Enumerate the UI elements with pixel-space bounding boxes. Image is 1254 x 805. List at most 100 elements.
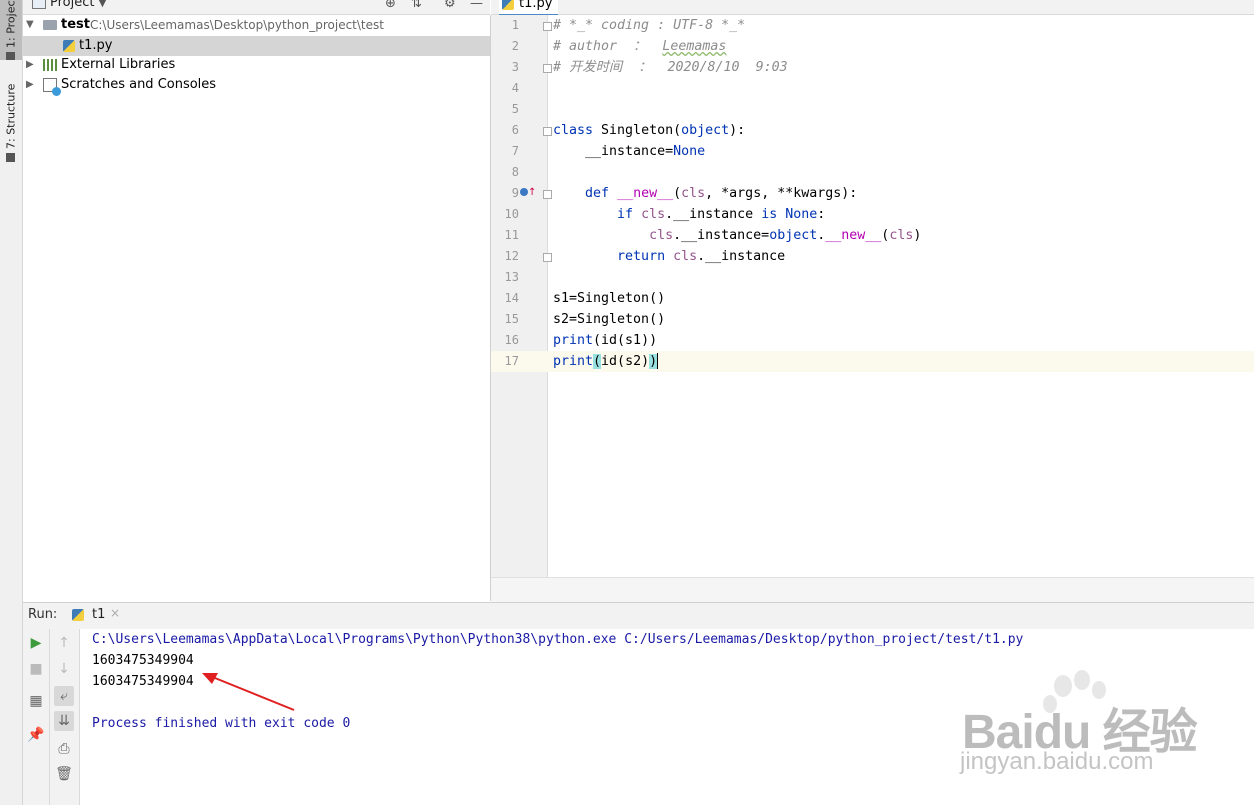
run-panel-header — [23, 602, 1254, 630]
text-caret — [657, 353, 659, 369]
keyword-none: None — [673, 144, 706, 159]
run-label: Run: — [28, 607, 58, 622]
collapse-all-icon[interactable]: ⇅ — [411, 0, 422, 11]
attr-assign: .__instance= — [673, 228, 770, 243]
library-icon — [43, 59, 57, 71]
scroll-to-end-icon[interactable]: ⇊ — [54, 711, 74, 731]
fold-marker-icon[interactable] — [543, 127, 552, 136]
keyword-return: return — [553, 249, 666, 264]
keyword-def: def — [553, 186, 610, 201]
expand-arrow-icon[interactable]: ▼ — [26, 15, 34, 35]
keyword-none: None — [785, 207, 818, 222]
scratches-icon — [43, 78, 61, 96]
line-number: 8 — [511, 165, 519, 179]
line-number: 5 — [511, 102, 519, 116]
run-tab-t1[interactable]: t1 — [72, 605, 105, 625]
project-view-selector[interactable]: Project ▼ — [50, 0, 106, 10]
tree-item-file[interactable]: t1.py — [23, 36, 490, 56]
scratches-label: Scratches and Consoles — [61, 77, 217, 92]
trash-icon[interactable]: 🗑 — [54, 764, 74, 784]
soft-wrap-icon[interactable]: ⤶ — [54, 686, 74, 706]
run-toolbar-primary: ▶ ■ ▦ 📌 — [23, 629, 50, 805]
external-libraries-label: External Libraries — [61, 57, 176, 72]
code-line-12: return cls.__instance — [553, 246, 785, 267]
layout-icon[interactable]: ▦ — [26, 691, 46, 711]
attr-access: .__instance — [697, 249, 786, 264]
python-file-icon — [502, 0, 514, 10]
line-number: 16 — [504, 333, 519, 347]
project-tool-icon — [6, 51, 16, 60]
keyword-if: if — [553, 207, 634, 222]
tree-item-root[interactable]: ▼ test C:\Users\Leemamas\Desktop\python_… — [23, 15, 490, 35]
structure-tool-label: 7: Structure — [4, 83, 18, 149]
code-punct: ( — [673, 186, 682, 201]
param-cls: cls — [681, 186, 706, 201]
code-line-9: def __new__(cls, *args, **kwargs): — [553, 183, 857, 204]
method-name: __new__ — [617, 186, 674, 201]
watermark-url: jingyan.baidu.com — [960, 748, 1154, 775]
code-line-1: # *_* coding : UTF-8 *_* — [553, 18, 746, 33]
fold-marker-icon[interactable] — [543, 22, 552, 31]
fold-marker-icon[interactable] — [543, 253, 552, 262]
hide-panel-icon[interactable]: — — [470, 0, 483, 11]
param-cls: cls — [673, 249, 698, 264]
console-output-line: 1603475349904 — [92, 653, 194, 668]
code-line-3: # 开发时间 ： 2020/8/10 9:03 — [553, 60, 788, 75]
gear-icon[interactable]: ⚙ — [444, 0, 456, 11]
line-number: 6 — [511, 123, 519, 137]
console-output-line: 1603475349904 — [92, 674, 194, 689]
line-number: 15 — [504, 312, 519, 326]
base-class: object — [681, 123, 730, 138]
locate-icon[interactable]: ⊕ — [385, 0, 396, 11]
code-punct: : — [817, 207, 826, 222]
python-file-icon — [63, 40, 75, 52]
code-punct: ): — [729, 123, 746, 138]
expand-arrow-icon[interactable]: ▶ — [26, 75, 34, 95]
code-line-14: s1=Singleton() — [553, 291, 666, 306]
expand-arrow-icon[interactable]: ▶ — [26, 55, 34, 75]
comment-author-label: # author ： — [553, 39, 663, 54]
console-command-line: C:\Users\Leemamas\AppData\Local\Programs… — [92, 632, 1024, 647]
annotation-arrow — [202, 673, 295, 711]
file-name: t1.py — [79, 38, 113, 53]
method-call: __new__ — [825, 228, 882, 243]
folder-icon — [43, 20, 57, 30]
code-line-7: __instance=None — [553, 141, 705, 162]
project-tool-label: 1: Project — [4, 0, 18, 48]
line-number: 1 — [511, 18, 519, 32]
code-line-6: class Singleton(object): — [553, 120, 745, 141]
bracket-match: ) — [649, 354, 658, 369]
overrides-method-icon[interactable]: ↑ — [520, 187, 536, 198]
python-run-icon — [72, 609, 84, 621]
line-number: 10 — [504, 207, 519, 221]
stop-icon[interactable]: ■ — [26, 659, 46, 679]
project-view-icon — [32, 0, 46, 9]
line-number: 14 — [504, 291, 519, 305]
pin-icon[interactable]: 📌 — [26, 725, 46, 745]
arrow-down-icon[interactable]: ↓ — [54, 659, 74, 679]
line-number: 12 — [504, 249, 519, 263]
builtin-print: print — [553, 354, 594, 369]
tree-item-scratches[interactable]: ▶ Scratches and Consoles — [23, 75, 490, 96]
tree-item-external-libraries[interactable]: ▶ External Libraries — [23, 55, 490, 75]
structure-tool-tab[interactable]: 7: Structure — [3, 78, 19, 162]
project-tree: ▼ test C:\Users\Leemamas\Desktop\python_… — [23, 15, 491, 601]
code-line-11: cls.__instance=object.__new__(cls) — [553, 225, 921, 246]
print-icon[interactable]: ⎙ — [54, 739, 74, 759]
code-punct: ) — [913, 228, 922, 243]
fold-marker-icon[interactable] — [543, 64, 552, 73]
line-number: 11 — [504, 228, 519, 242]
close-icon[interactable]: × — [110, 606, 120, 620]
fold-marker-icon[interactable] — [543, 190, 552, 199]
line-number: 7 — [511, 144, 519, 158]
line-number: 9 — [511, 186, 519, 200]
project-tool-tab[interactable]: 1: Project — [0, 0, 22, 60]
arrow-up-icon[interactable]: ↑ — [54, 633, 74, 653]
call-args: (id(s1)) — [593, 333, 658, 348]
rerun-icon[interactable]: ▶ — [26, 633, 46, 653]
attr-assign: __instance= — [553, 144, 674, 159]
run-toolbar-secondary: ↑ ↓ ⤶ ⇊ ⎙ 🗑 — [50, 629, 80, 805]
